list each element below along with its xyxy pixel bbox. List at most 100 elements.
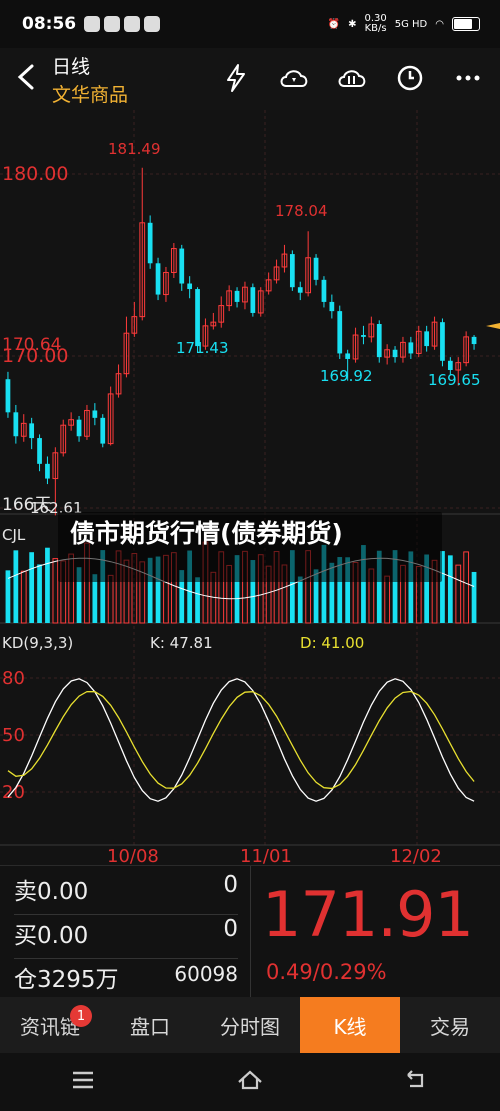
high-annotation: 178.04 [275,202,328,220]
volume-bar [471,571,477,623]
candle-body [329,301,335,312]
more-icon[interactable] [450,60,486,96]
y-tick-label: 170.00 [2,345,68,367]
candle-body [297,287,303,293]
sell-qty: 0 [223,872,238,898]
notification-icons [84,16,160,32]
candle-body [92,410,98,418]
candle-body [195,289,200,347]
candle-body [447,360,453,370]
open-interest-row: 仓3295万 60098 [14,960,238,1002]
kd-k-name: K [150,634,161,652]
candle-body [187,283,193,290]
app-header: 日线 文华商品 [0,48,500,110]
buy-line: 买0.00 [14,916,88,950]
buy-price: 0.00 [37,923,89,949]
cloud-sync-icon[interactable] [276,60,312,96]
back-arrow-icon[interactable] [12,62,42,92]
candle-body [440,322,445,361]
article-title-overlay: 债市期货行情(债券期货) [58,512,442,582]
candle-body [5,379,11,413]
status-right: ⏰ ✱ 0.30 KB/s 5G HD ◠ [328,14,480,34]
tab-label: 交易 [430,1014,470,1039]
wifi-icon: ◠ [435,18,444,30]
tab-label: K线 [333,1014,367,1039]
candle-body [471,336,477,345]
net-speed-unit: KB/s [364,23,387,34]
header-actions [218,60,486,96]
candle-body [361,335,366,337]
oi-right-value: 60098 [174,962,238,986]
volume-title: CJL [2,526,26,544]
price-change: 0.49/0.29% [266,960,387,984]
oi-label: 仓 [14,967,37,993]
candle-body [424,331,430,347]
kline-chart-svg[interactable]: 180.00 170.64 170.00 166天 181.49 178.04 … [0,110,500,865]
period-label[interactable]: 日线 [52,52,90,79]
kd-d-label: D: 41.00 [300,634,364,652]
tab-trade[interactable]: 交易 [400,997,500,1053]
product-name[interactable]: 文华商品 [52,80,128,107]
x-tick-label: 12/02 [390,846,442,865]
article-title: 债市期货行情(债券期货) [70,519,343,548]
volume-bar [37,564,42,623]
tab-intraday[interactable]: 分时图 [200,997,300,1053]
candle-body [408,342,414,354]
home-icon[interactable] [236,1068,264,1096]
menu-icon[interactable] [70,1069,96,1095]
oi-line: 仓3295万 [14,960,119,994]
kd-tick: 50 [2,725,25,746]
kd-d-value: 41.00 [321,634,364,652]
low-annotation: 169.92 [320,367,373,385]
volume-bar [29,552,35,623]
candle-body [345,353,351,359]
kd-k-value: 47.81 [170,634,213,652]
app-notification-icon [124,16,140,32]
lightning-icon[interactable] [218,60,254,96]
buy-qty: 0 [223,916,238,942]
app-notification-icon [144,16,160,32]
kd-tick: 20 [2,782,25,803]
volume-bar [297,576,303,623]
tab-kline[interactable]: K线 [300,997,400,1053]
back-icon[interactable] [404,1068,430,1096]
bottom-tab-bar: 资讯链 1 盘口 分时图 K线 交易 [0,997,500,1053]
kd-tick: 80 [2,668,25,689]
tab-order-book[interactable]: 盘口 [100,997,200,1053]
system-nav-bar [0,1053,500,1111]
kd-title: KD(9,3,3) [2,634,73,652]
battery-icon [452,17,480,31]
status-bar: 08:56 ⏰ ✱ 0.30 KB/s 5G HD ◠ [0,0,500,48]
volume-bar [45,547,50,623]
candle-body [13,412,19,437]
candle-body [155,263,161,295]
low-annotation: 171.43 [176,339,229,357]
status-time: 08:56 [22,14,77,34]
signal-label: 5G HD [394,18,428,30]
candle-body [29,423,35,439]
kd-d-name: D [300,634,312,652]
last-price: 171.91 [262,878,474,951]
notification-badge: 1 [70,1005,92,1027]
clock-icon[interactable] [392,60,428,96]
kline-chart-area[interactable]: 180.00 170.64 170.00 166天 181.49 178.04 … [0,110,500,865]
x-tick-label: 11/01 [240,846,292,865]
volume-bar [13,550,19,623]
candle-body [321,279,327,302]
cloud-indicator-icon[interactable] [334,60,370,96]
y-tick-label: 180.00 [2,163,68,185]
sell-line: 卖0.00 [14,872,88,906]
candle-body [100,417,106,444]
candle-body [179,248,185,284]
tab-news-chain[interactable]: 资讯链 1 [0,997,100,1053]
net-speed: 0.30 KB/s [364,14,386,34]
buy-row: 买0.00 0 [14,916,238,959]
candle-body [313,257,319,280]
oi-value: 3295万 [37,967,119,993]
sell-label: 卖 [14,879,37,905]
candle-body [45,463,50,479]
tab-label: 盘口 [130,1014,170,1039]
quote-divider [250,866,251,998]
sell-price: 0.00 [37,879,89,905]
bluetooth-icon: ✱ [348,18,357,30]
